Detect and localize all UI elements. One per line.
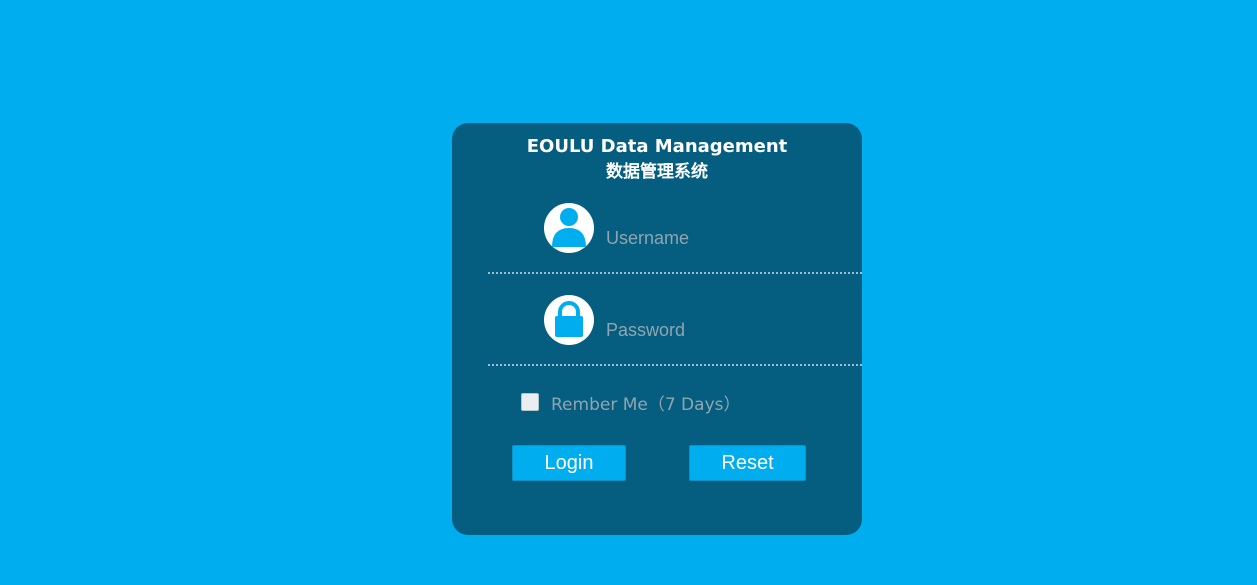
- login-card: EOULU Data Management 数据管理系统 Rember Me（7…: [452, 123, 862, 535]
- app-title-cn: 数据管理系统: [606, 162, 708, 182]
- remember-me-row[interactable]: Rember Me（7 Days）: [521, 389, 740, 415]
- reset-button[interactable]: Reset: [689, 445, 806, 481]
- lock-icon: [544, 295, 594, 345]
- username-input[interactable]: [604, 225, 838, 251]
- user-icon: [544, 203, 594, 253]
- login-button[interactable]: Login: [512, 445, 626, 481]
- remember-me-checkbox[interactable]: [521, 393, 539, 411]
- app-title-en: EOULU Data Management: [526, 136, 788, 157]
- password-divider: [488, 364, 862, 366]
- username-divider: [488, 272, 862, 274]
- remember-me-label: Rember Me（7 Days）: [551, 394, 741, 415]
- password-input[interactable]: [604, 317, 838, 343]
